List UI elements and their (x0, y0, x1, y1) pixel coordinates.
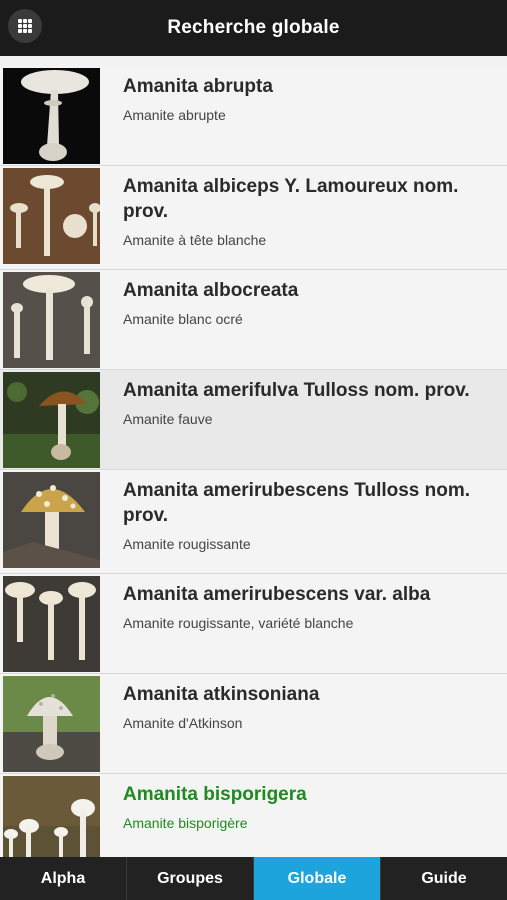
mushroom-thumbnail (3, 372, 100, 468)
species-name: Amanita abrupta (123, 76, 273, 97)
list-item[interactable]: Amanita albocreata Amanite blanc ocré (0, 270, 507, 370)
species-name: Amanita atkinsoniana (123, 684, 320, 705)
list-item[interactable]: Amanita atkinsoniana Amanite d'Atkinson (0, 674, 507, 774)
results-list: Amanita abrupta Amanite abrupte Amanita … (0, 66, 507, 857)
mushroom-thumbnail (3, 168, 100, 264)
list-item[interactable]: Amanita amerirubescens var. alba Amanite… (0, 574, 507, 674)
list-item[interactable]: Amanita abrupta Amanite abrupte (0, 66, 507, 166)
grid-icon (18, 19, 32, 33)
common-name: Amanite d'Atkinson (123, 715, 243, 731)
list-item[interactable]: Amanita amerirubescens Tulloss nom. prov… (0, 470, 507, 574)
mushroom-thumbnail (3, 676, 100, 772)
species-name: Amanita amerirubescens Tulloss nom. prov… (123, 480, 471, 526)
page-title: Recherche globale (167, 17, 340, 38)
mushroom-thumbnail (3, 472, 100, 568)
list-item[interactable]: Amanita bisporigera Amanite bisporigère (0, 774, 507, 857)
common-name: Amanite blanc ocré (123, 311, 243, 327)
common-name: Amanite abrupte (123, 107, 226, 123)
common-name: Amanite fauve (123, 411, 213, 427)
mushroom-thumbnail (3, 272, 100, 368)
mushroom-thumbnail (3, 68, 100, 164)
tab-alpha[interactable]: Alpha (0, 857, 127, 900)
tab-globale[interactable]: Globale (254, 857, 381, 900)
list-item[interactable]: Amanita albiceps Y. Lamoureux nom. prov.… (0, 166, 507, 270)
list-item[interactable]: Amanita amerifulva Tulloss nom. prov. Am… (0, 370, 507, 470)
header-bar: Recherche globale (0, 0, 507, 56)
tab-groupes[interactable]: Groupes (127, 857, 254, 900)
species-name: Amanita albiceps Y. Lamoureux nom. prov. (123, 176, 459, 222)
species-name: Amanita albocreata (123, 280, 299, 301)
app-screen: Recherche globale Amanita abrupta Amanit… (0, 0, 507, 900)
mushroom-thumbnail (3, 776, 100, 857)
mushroom-thumbnail (3, 576, 100, 672)
common-name: Amanite rougissante, variété blanche (123, 615, 354, 631)
species-name: Amanita amerifulva Tulloss nom. prov. (123, 380, 470, 401)
common-name: Amanite à tête blanche (123, 232, 267, 248)
species-name: Amanita bisporigera (123, 784, 307, 805)
menu-button[interactable] (8, 9, 42, 43)
common-name: Amanite bisporigère (123, 815, 248, 831)
tab-bar: Alpha Groupes Globale Guide (0, 857, 507, 900)
tab-guide[interactable]: Guide (381, 857, 507, 900)
common-name: Amanite rougissante (123, 536, 251, 552)
species-name: Amanita amerirubescens var. alba (123, 584, 431, 605)
